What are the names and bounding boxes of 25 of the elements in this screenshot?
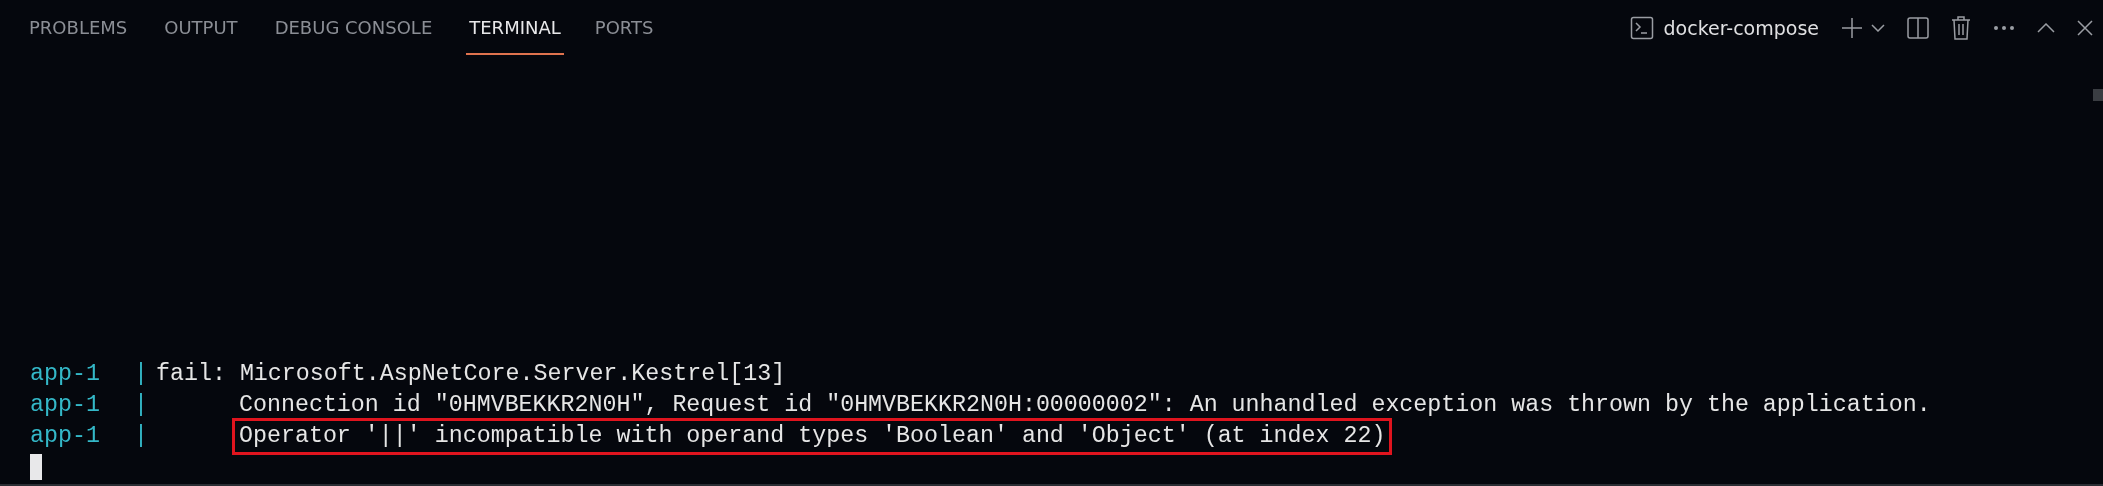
plus-icon[interactable] <box>1841 16 1863 39</box>
panel-tab[interactable]: PROBLEMS <box>29 0 128 55</box>
more-icon[interactable] <box>1993 24 2015 31</box>
chevron-up-icon[interactable] <box>2037 22 2055 33</box>
service-name: app-1 <box>30 391 101 420</box>
separator: | <box>134 422 149 451</box>
split-icon[interactable] <box>1907 16 1929 39</box>
service-name: app-1 <box>30 360 101 389</box>
separator: | <box>134 360 149 389</box>
panel-tab[interactable]: DEBUG CONSOLE <box>274 0 433 55</box>
chevron-down-icon[interactable] <box>1871 23 1885 32</box>
panel-tab[interactable]: TERMINAL <box>466 0 564 55</box>
terminal-picker[interactable]: docker-compose <box>1629 15 1819 40</box>
terminal-icon <box>1629 15 1654 40</box>
terminal-cursor <box>30 454 42 480</box>
log-message: fail: Microsoft.AspNetCore.Server.Kestrel[13] <box>156 360 786 389</box>
panel-tab[interactable]: OUTPUT <box>164 0 238 55</box>
panel-tab[interactable]: PORTS <box>594 0 654 55</box>
log-message: Connection id "0HMVBEKKR2N0H", Request id "0HMVBEKKR2N0H:00000002": An unhandled exception was thrown by the application. <box>239 391 1931 420</box>
log-message: Operator '||' incompatible with operand types 'Boolean' and 'Object' (at index 22) <box>235 421 1390 452</box>
close-icon[interactable] <box>2077 19 2093 36</box>
trash-icon[interactable] <box>1951 15 1971 40</box>
service-name: app-1 <box>30 422 101 451</box>
scrollbar[interactable] <box>2093 89 2103 101</box>
separator: | <box>134 391 149 420</box>
